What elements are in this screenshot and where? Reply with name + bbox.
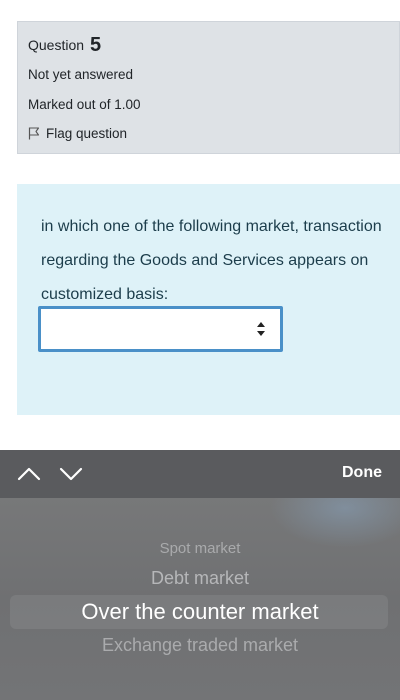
- picker-option-debt-market[interactable]: Debt market: [0, 568, 400, 589]
- flag-icon: [28, 127, 40, 140]
- flag-question-link[interactable]: Flag question: [28, 126, 127, 141]
- question-grade: Marked out of 1.00: [28, 97, 141, 112]
- flag-question-label: Flag question: [46, 126, 128, 141]
- chevron-up-icon[interactable]: [16, 464, 42, 484]
- sort-arrows-icon: [257, 322, 265, 336]
- option-picker-wheel[interactable]: Spot market Debt market Over the counter…: [0, 498, 400, 700]
- answer-select[interactable]: [38, 306, 283, 352]
- picker-toolbar: Done: [0, 450, 400, 498]
- done-button[interactable]: Done: [342, 464, 382, 482]
- chevron-down-icon[interactable]: [58, 464, 84, 484]
- picker-option-over-the-counter-market[interactable]: Over the counter market: [0, 599, 400, 625]
- question-content-panel: in which one of the following market, tr…: [17, 184, 400, 415]
- question-number-value: 5: [89, 34, 102, 56]
- question-label: Question: [28, 37, 85, 53]
- question-state: Not yet answered: [28, 67, 134, 82]
- question-number: Question 5: [28, 34, 101, 57]
- picker-option-spot-market[interactable]: Spot market: [0, 540, 400, 557]
- question-info-panel: Question 5 Not yet answered Marked out o…: [17, 21, 400, 154]
- picker-option-exchange-traded-market[interactable]: Exchange traded market: [0, 635, 400, 656]
- question-text: in which one of the following market, tr…: [41, 218, 382, 303]
